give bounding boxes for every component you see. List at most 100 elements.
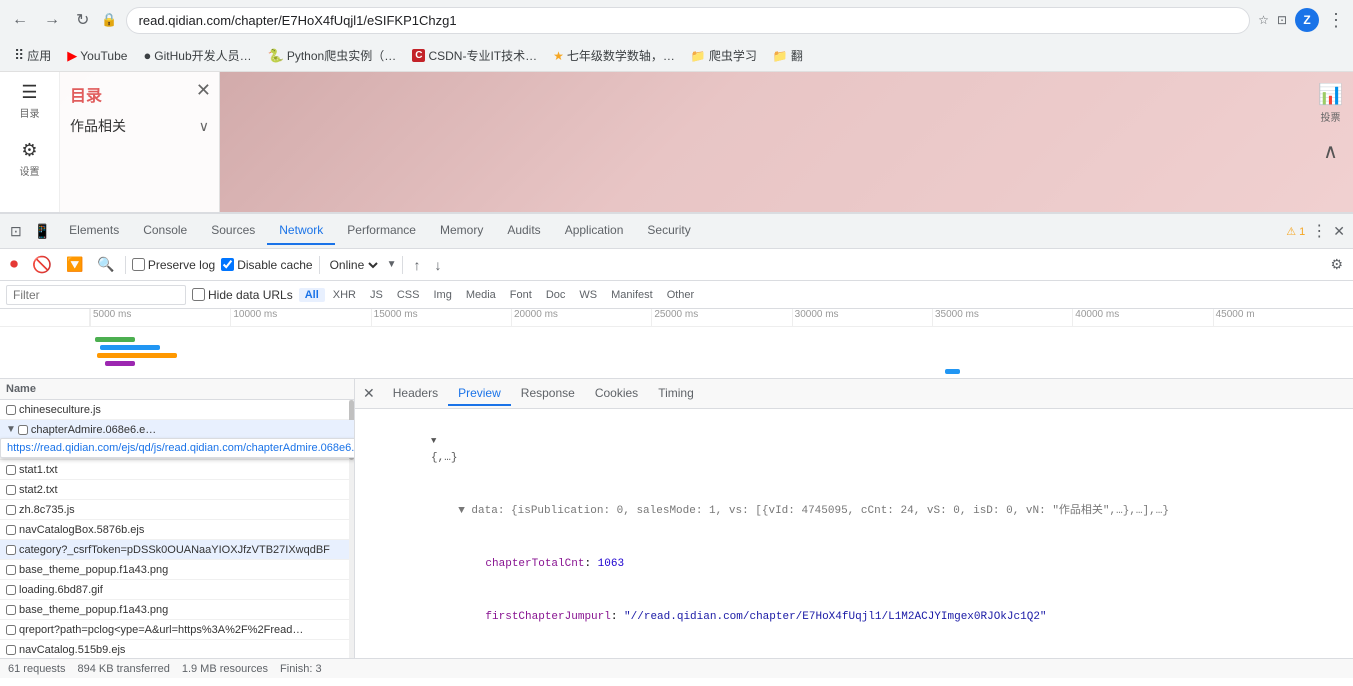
item-name: stat2.txt xyxy=(19,484,348,496)
tab-sources[interactable]: Sources xyxy=(199,217,267,245)
tab-security[interactable]: Security xyxy=(635,217,702,245)
back-button[interactable]: ← xyxy=(8,7,32,33)
import-button[interactable]: ↑ xyxy=(409,255,424,275)
chevron-down-icon[interactable]: ∨ xyxy=(199,118,209,135)
reload-button[interactable]: ↻ xyxy=(72,6,93,34)
record-button[interactable]: ⏺ xyxy=(6,254,22,276)
timeline-ruler: 5000 ms 10000 ms 15000 ms 20000 ms 25000… xyxy=(0,309,1353,327)
item-checkbox[interactable] xyxy=(6,405,16,415)
bookmark-csdn[interactable]: C CSDN-专业IT技术… xyxy=(406,44,543,67)
bookmark-crawl[interactable]: 📁 爬虫学习 xyxy=(685,44,763,67)
youtube-icon: ▶ xyxy=(67,48,77,64)
sidebar-settings-item[interactable]: ⚙ 设置 xyxy=(20,140,40,178)
filter-type-js[interactable]: JS xyxy=(364,288,389,302)
screenshot-icon[interactable]: ⊡ xyxy=(1277,13,1287,27)
filter-type-media[interactable]: Media xyxy=(460,288,502,302)
filter-type-doc[interactable]: Doc xyxy=(540,288,572,302)
transferred-size: 894 KB transferred xyxy=(77,663,169,675)
bookmark-more[interactable]: 📁 翻 xyxy=(767,44,809,67)
tab-network[interactable]: Network xyxy=(267,217,335,245)
bookmark-python[interactable]: 🐍 Python爬虫实例（… xyxy=(262,44,403,67)
tab-response[interactable]: Response xyxy=(511,382,585,406)
list-item[interactable]: zh.8c735.js xyxy=(0,500,354,520)
address-input[interactable] xyxy=(126,7,1251,34)
list-item[interactable]: navCatalog.515b9.ejs xyxy=(0,640,354,658)
item-checkbox[interactable] xyxy=(6,585,16,595)
list-item[interactable]: ▼ chapterAdmire.068e6.e… https://read.qi… xyxy=(0,420,354,440)
tab-audits[interactable]: Audits xyxy=(495,217,552,245)
item-checkbox[interactable] xyxy=(6,605,16,615)
filter-type-font[interactable]: Font xyxy=(504,288,538,302)
crawl-label: 爬虫学习 xyxy=(709,47,757,64)
tab-preview[interactable]: Preview xyxy=(448,382,511,406)
stop-button[interactable]: 🚫 xyxy=(28,253,56,277)
item-checkbox[interactable] xyxy=(18,425,28,435)
item-checkbox[interactable] xyxy=(6,545,16,555)
list-item[interactable]: loading.6bd87.gif xyxy=(0,580,354,600)
star-icon[interactable]: ☆ xyxy=(1258,13,1269,27)
list-item[interactable]: chineseculture.js xyxy=(0,400,354,420)
devtools-close-icon[interactable]: ✕ xyxy=(1333,223,1345,240)
search-button[interactable]: 🔍 xyxy=(93,254,118,275)
tab-console[interactable]: Console xyxy=(131,217,199,245)
root-expand-icon[interactable] xyxy=(431,433,443,451)
list-item[interactable]: navCatalogBox.5876b.ejs xyxy=(0,520,354,540)
inspect-icon[interactable]: ⊡ xyxy=(4,223,28,240)
devtools-menu-icon[interactable]: ⋮ xyxy=(1311,221,1327,241)
filter-type-manifest[interactable]: Manifest xyxy=(605,288,659,302)
profile-icon[interactable]: Z xyxy=(1295,8,1319,32)
filter-input[interactable] xyxy=(6,285,186,305)
tab-performance[interactable]: Performance xyxy=(335,217,428,245)
device-icon[interactable]: 📱 xyxy=(28,223,57,240)
json-data-fields: chapterTotalCnt: 1063 firstChapterJumpur… xyxy=(393,538,1343,658)
hide-data-urls-input[interactable] xyxy=(192,288,205,301)
list-item[interactable]: base_theme_popup.f1a43.png xyxy=(0,560,354,580)
filter-type-other[interactable]: Other xyxy=(661,288,701,302)
bookmark-github[interactable]: ● GitHub开发人员… xyxy=(137,44,257,67)
item-checkbox[interactable] xyxy=(6,525,16,535)
bookmark-apps[interactable]: ⠿ 应用 xyxy=(8,44,57,67)
preserve-log-input[interactable] xyxy=(132,258,145,271)
bookmark-youtube[interactable]: ▶ YouTube xyxy=(61,45,133,67)
list-item[interactable]: stat2.txt xyxy=(0,480,354,500)
list-item[interactable]: base_theme_popup.f1a43.png xyxy=(0,600,354,620)
menu-icon[interactable]: ⋮ xyxy=(1327,10,1345,31)
tab-memory[interactable]: Memory xyxy=(428,217,495,245)
tab-timing[interactable]: Timing xyxy=(648,382,704,406)
scroll-top-button[interactable]: ∧ xyxy=(1323,139,1338,164)
sidebar-close-button[interactable]: ✕ xyxy=(196,80,211,101)
json-root[interactable]: {,…} xyxy=(365,415,1343,485)
filter-type-img[interactable]: Img xyxy=(427,288,457,302)
item-checkbox[interactable] xyxy=(6,485,16,495)
preview-close-button[interactable]: ✕ xyxy=(363,385,375,402)
tab-application[interactable]: Application xyxy=(553,217,636,245)
bookmark-math[interactable]: ★ 七年级数学数轴，… xyxy=(547,44,681,67)
item-checkbox[interactable] xyxy=(6,465,16,475)
tab-elements[interactable]: Elements xyxy=(57,217,131,245)
export-button[interactable]: ↓ xyxy=(430,255,445,275)
vote-button[interactable]: 📊 投票 xyxy=(1318,82,1343,124)
filter-type-xhr[interactable]: XHR xyxy=(327,288,362,302)
tab-headers[interactable]: Headers xyxy=(383,382,448,406)
filter-button[interactable]: 🔽 xyxy=(62,254,87,275)
tab-cookies[interactable]: Cookies xyxy=(585,382,648,406)
forward-button[interactable]: → xyxy=(40,7,64,33)
item-checkbox[interactable] xyxy=(6,625,16,635)
disable-cache-checkbox[interactable]: Disable cache xyxy=(221,258,312,272)
item-checkbox[interactable] xyxy=(6,645,16,655)
item-checkbox[interactable] xyxy=(6,505,16,515)
filter-type-css[interactable]: CSS xyxy=(391,288,426,302)
disable-cache-input[interactable] xyxy=(221,258,234,271)
list-item[interactable]: category?_csrfToken=pDSSk0OUANaaYIOXJfzV… xyxy=(0,540,354,560)
requests-list: chineseculture.js ▼ chapterAdmire.068e6.… xyxy=(0,400,354,658)
list-item[interactable]: stat1.txt xyxy=(0,460,354,480)
throttle-select[interactable]: Online xyxy=(326,257,381,273)
filter-type-all[interactable]: All xyxy=(299,288,325,302)
devtools-settings-button[interactable]: ⚙ xyxy=(1326,254,1347,275)
sidebar-menu-item[interactable]: ☰ 目录 xyxy=(20,82,40,120)
hide-data-urls-checkbox[interactable]: Hide data URLs xyxy=(192,288,293,302)
item-checkbox[interactable] xyxy=(6,565,16,575)
list-item[interactable]: qreport?path=pclog<ype=A&url=https%3A%2F… xyxy=(0,620,354,640)
filter-type-ws[interactable]: WS xyxy=(573,288,603,302)
preserve-log-checkbox[interactable]: Preserve log xyxy=(132,258,215,272)
